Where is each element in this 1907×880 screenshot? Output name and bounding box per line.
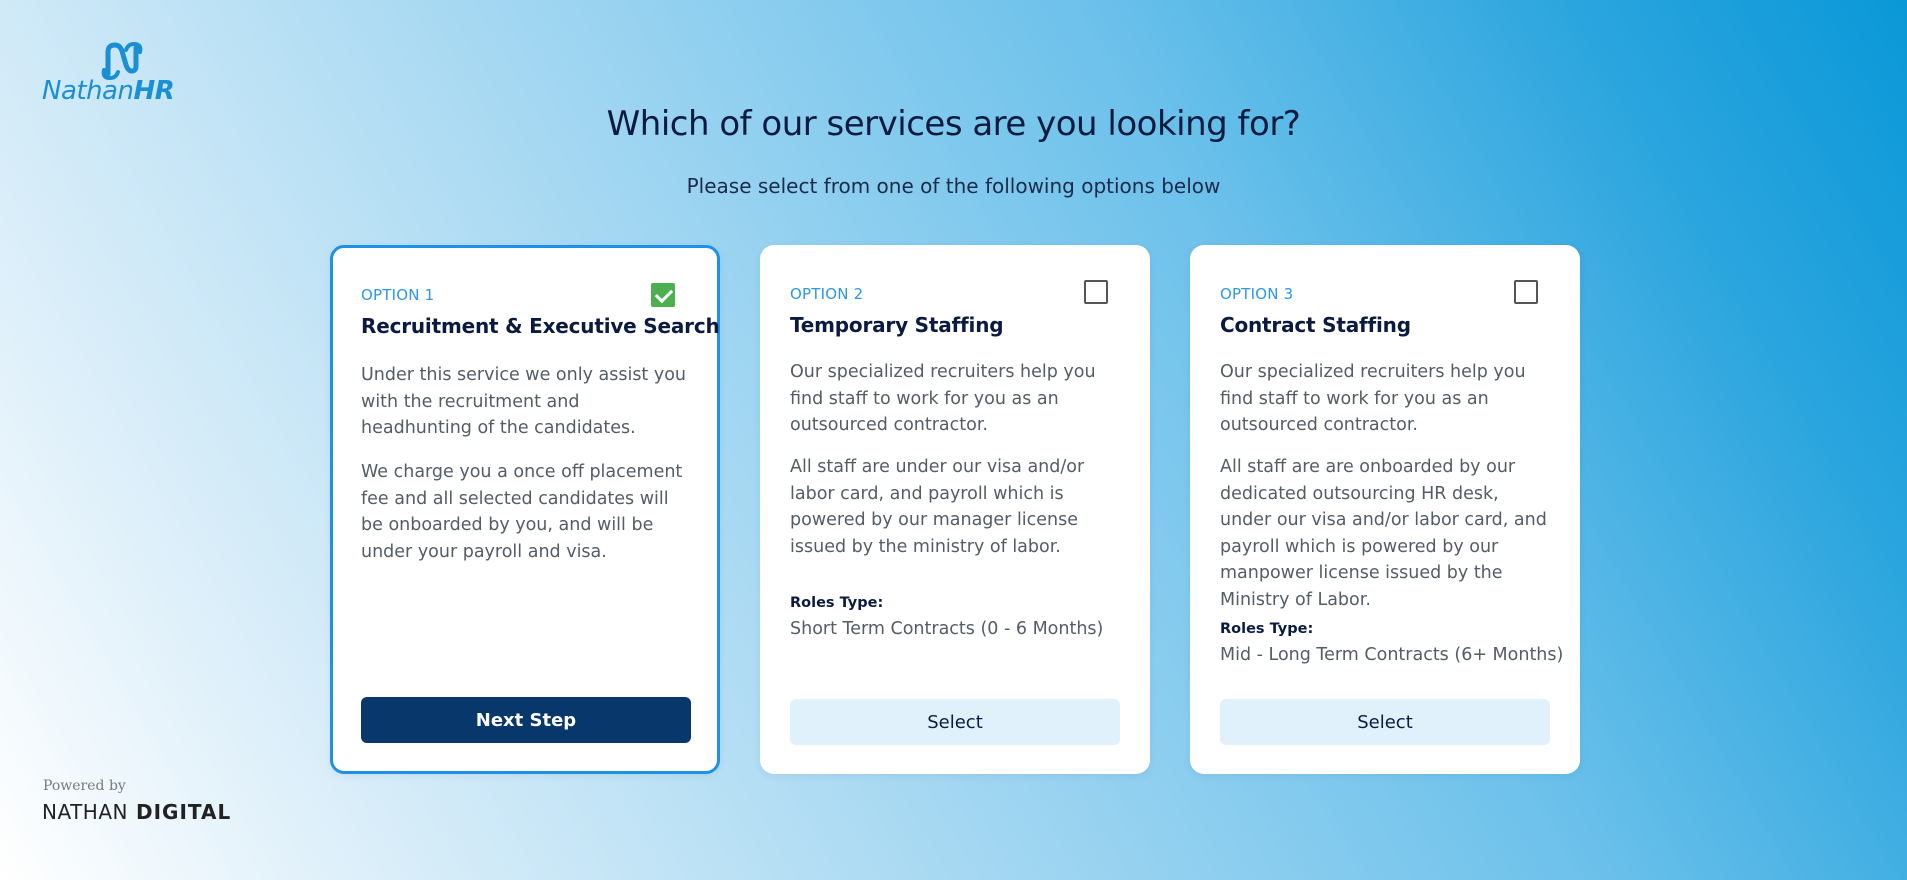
select-button[interactable]: Select	[790, 699, 1120, 745]
card-description-detail: We charge you a once off placement fee a…	[361, 462, 683, 562]
page-subtitle: Please select from one of the following …	[686, 174, 1221, 198]
roles-type-value: Short Term Contracts (0 - 6 Months)	[790, 619, 1104, 639]
page-title: Which of our services are you looking fo…	[606, 104, 1301, 144]
logo-wordmark: NathanHR	[42, 76, 175, 106]
select-button[interactable]: Select	[1220, 699, 1550, 745]
nathan-digital-logo[interactable]: NATHAN DIGITAL	[42, 800, 231, 824]
option-label: OPTION 3	[1220, 285, 1294, 303]
roles-type-label: Roles Type:	[790, 595, 884, 611]
checkbox-unchecked-icon[interactable]	[1084, 280, 1108, 304]
service-card-recruitment[interactable]: OPTION 1 Recruitment & Executive Search …	[330, 245, 720, 774]
card-title: Recruitment & Executive Search	[361, 314, 720, 338]
card-description: Our specialized recruiters help you find…	[790, 362, 1096, 435]
card-description-detail: All staff are under our visa and/or labo…	[790, 457, 1085, 557]
option-label: OPTION 2	[790, 285, 864, 303]
service-card-contract-staffing[interactable]: OPTION 3 Contract Staffing Our specializ…	[1190, 245, 1580, 774]
card-title: Contract Staffing	[1220, 313, 1411, 337]
roles-type-label: Roles Type:	[1220, 621, 1314, 637]
card-title: Temporary Staffing	[790, 313, 1004, 337]
checkbox-checked-icon[interactable]	[651, 283, 675, 307]
service-card-temporary-staffing[interactable]: OPTION 2 Temporary Staffing Our speciali…	[760, 245, 1150, 774]
card-description: Our specialized recruiters help you find…	[1220, 362, 1526, 435]
card-description: Under this service we only assist you wi…	[361, 365, 687, 438]
option-label: OPTION 1	[361, 286, 435, 304]
roles-type-value: Mid - Long Term Contracts (6+ Months)	[1220, 645, 1564, 665]
next-step-button[interactable]: Next Step	[361, 697, 691, 743]
checkbox-unchecked-icon[interactable]	[1514, 280, 1538, 304]
powered-by-label: Powered by	[43, 778, 126, 794]
nathanhr-logo[interactable]: NathanHR	[42, 40, 187, 108]
card-description-detail: All staff are are onboarded by our dedic…	[1220, 457, 1547, 610]
